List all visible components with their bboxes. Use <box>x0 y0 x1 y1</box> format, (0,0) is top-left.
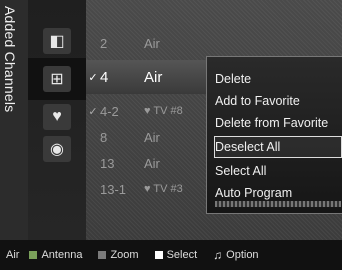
menu-item-select-all[interactable]: Select All <box>215 161 341 181</box>
select-key[interactable]: Select <box>154 249 197 261</box>
category-icon-column: ◧ ⊞ ♥ ◉ <box>28 0 86 240</box>
section-title-bar: Added Channels <box>0 0 28 240</box>
program-icon: ◉ <box>43 136 71 162</box>
category-program[interactable]: ◉ <box>28 128 86 170</box>
option-icon: ♫ <box>213 248 223 262</box>
channel-type: Air <box>144 155 160 171</box>
channel-number: 4 <box>100 68 109 86</box>
section-title: Added Channels <box>2 6 18 113</box>
air-label: Air <box>6 249 20 261</box>
all-icon: ◧ <box>43 28 71 54</box>
zoom-key[interactable]: Zoom <box>98 249 139 261</box>
channel-type: Air <box>144 35 160 51</box>
channel-number: 8 <box>100 129 108 145</box>
menu-item-delete-favorite[interactable]: Delete from Favorite <box>215 113 341 133</box>
menu-item-deselect-all[interactable]: Deselect All <box>214 136 342 158</box>
category-all[interactable]: ◧ <box>28 20 86 62</box>
favorite-label: ♥ TV #8 <box>144 105 183 117</box>
category-added[interactable]: ⊞ <box>28 58 86 100</box>
channel-number: 13 <box>100 155 115 171</box>
favorite-label: ♥ TV #3 <box>144 183 183 195</box>
option-key[interactable]: ♫ Option <box>213 248 258 262</box>
menu-item-add-favorite[interactable]: Add to Favorite <box>215 91 341 111</box>
antenna-color-key-icon <box>29 251 38 259</box>
tv-channel-screen: Added Channels ◧ ⊞ ♥ ◉ 2 Air ✓ 4 Air ✓ 4… <box>0 0 342 270</box>
options-menu: Delete Add to Favorite Delete from Favor… <box>206 56 342 214</box>
channel-number: 2 <box>100 35 108 51</box>
menu-item-auto-program[interactable]: Auto Program <box>215 183 341 203</box>
added-channels-icon: ⊞ <box>43 66 71 92</box>
select-color-key-icon <box>154 251 163 259</box>
menu-scroll-indicator <box>215 201 341 207</box>
channel-type: Air <box>144 129 160 145</box>
favorite-icon: ♥ <box>43 104 71 130</box>
channel-number: 13-1 <box>100 181 127 197</box>
menu-item-delete[interactable]: Delete <box>215 69 341 89</box>
antenna-key[interactable]: Antenna <box>29 249 82 261</box>
checkbox[interactable]: ✓ <box>86 71 100 84</box>
zoom-color-key-icon <box>98 251 107 259</box>
channel-row[interactable]: 2 Air <box>86 30 342 56</box>
bottom-key-bar: Air Antenna Zoom Select ♫ Option <box>0 240 342 270</box>
channel-type: Air <box>144 68 163 86</box>
checkbox[interactable]: ✓ <box>86 105 100 118</box>
channel-number: 4-2 <box>100 103 119 119</box>
